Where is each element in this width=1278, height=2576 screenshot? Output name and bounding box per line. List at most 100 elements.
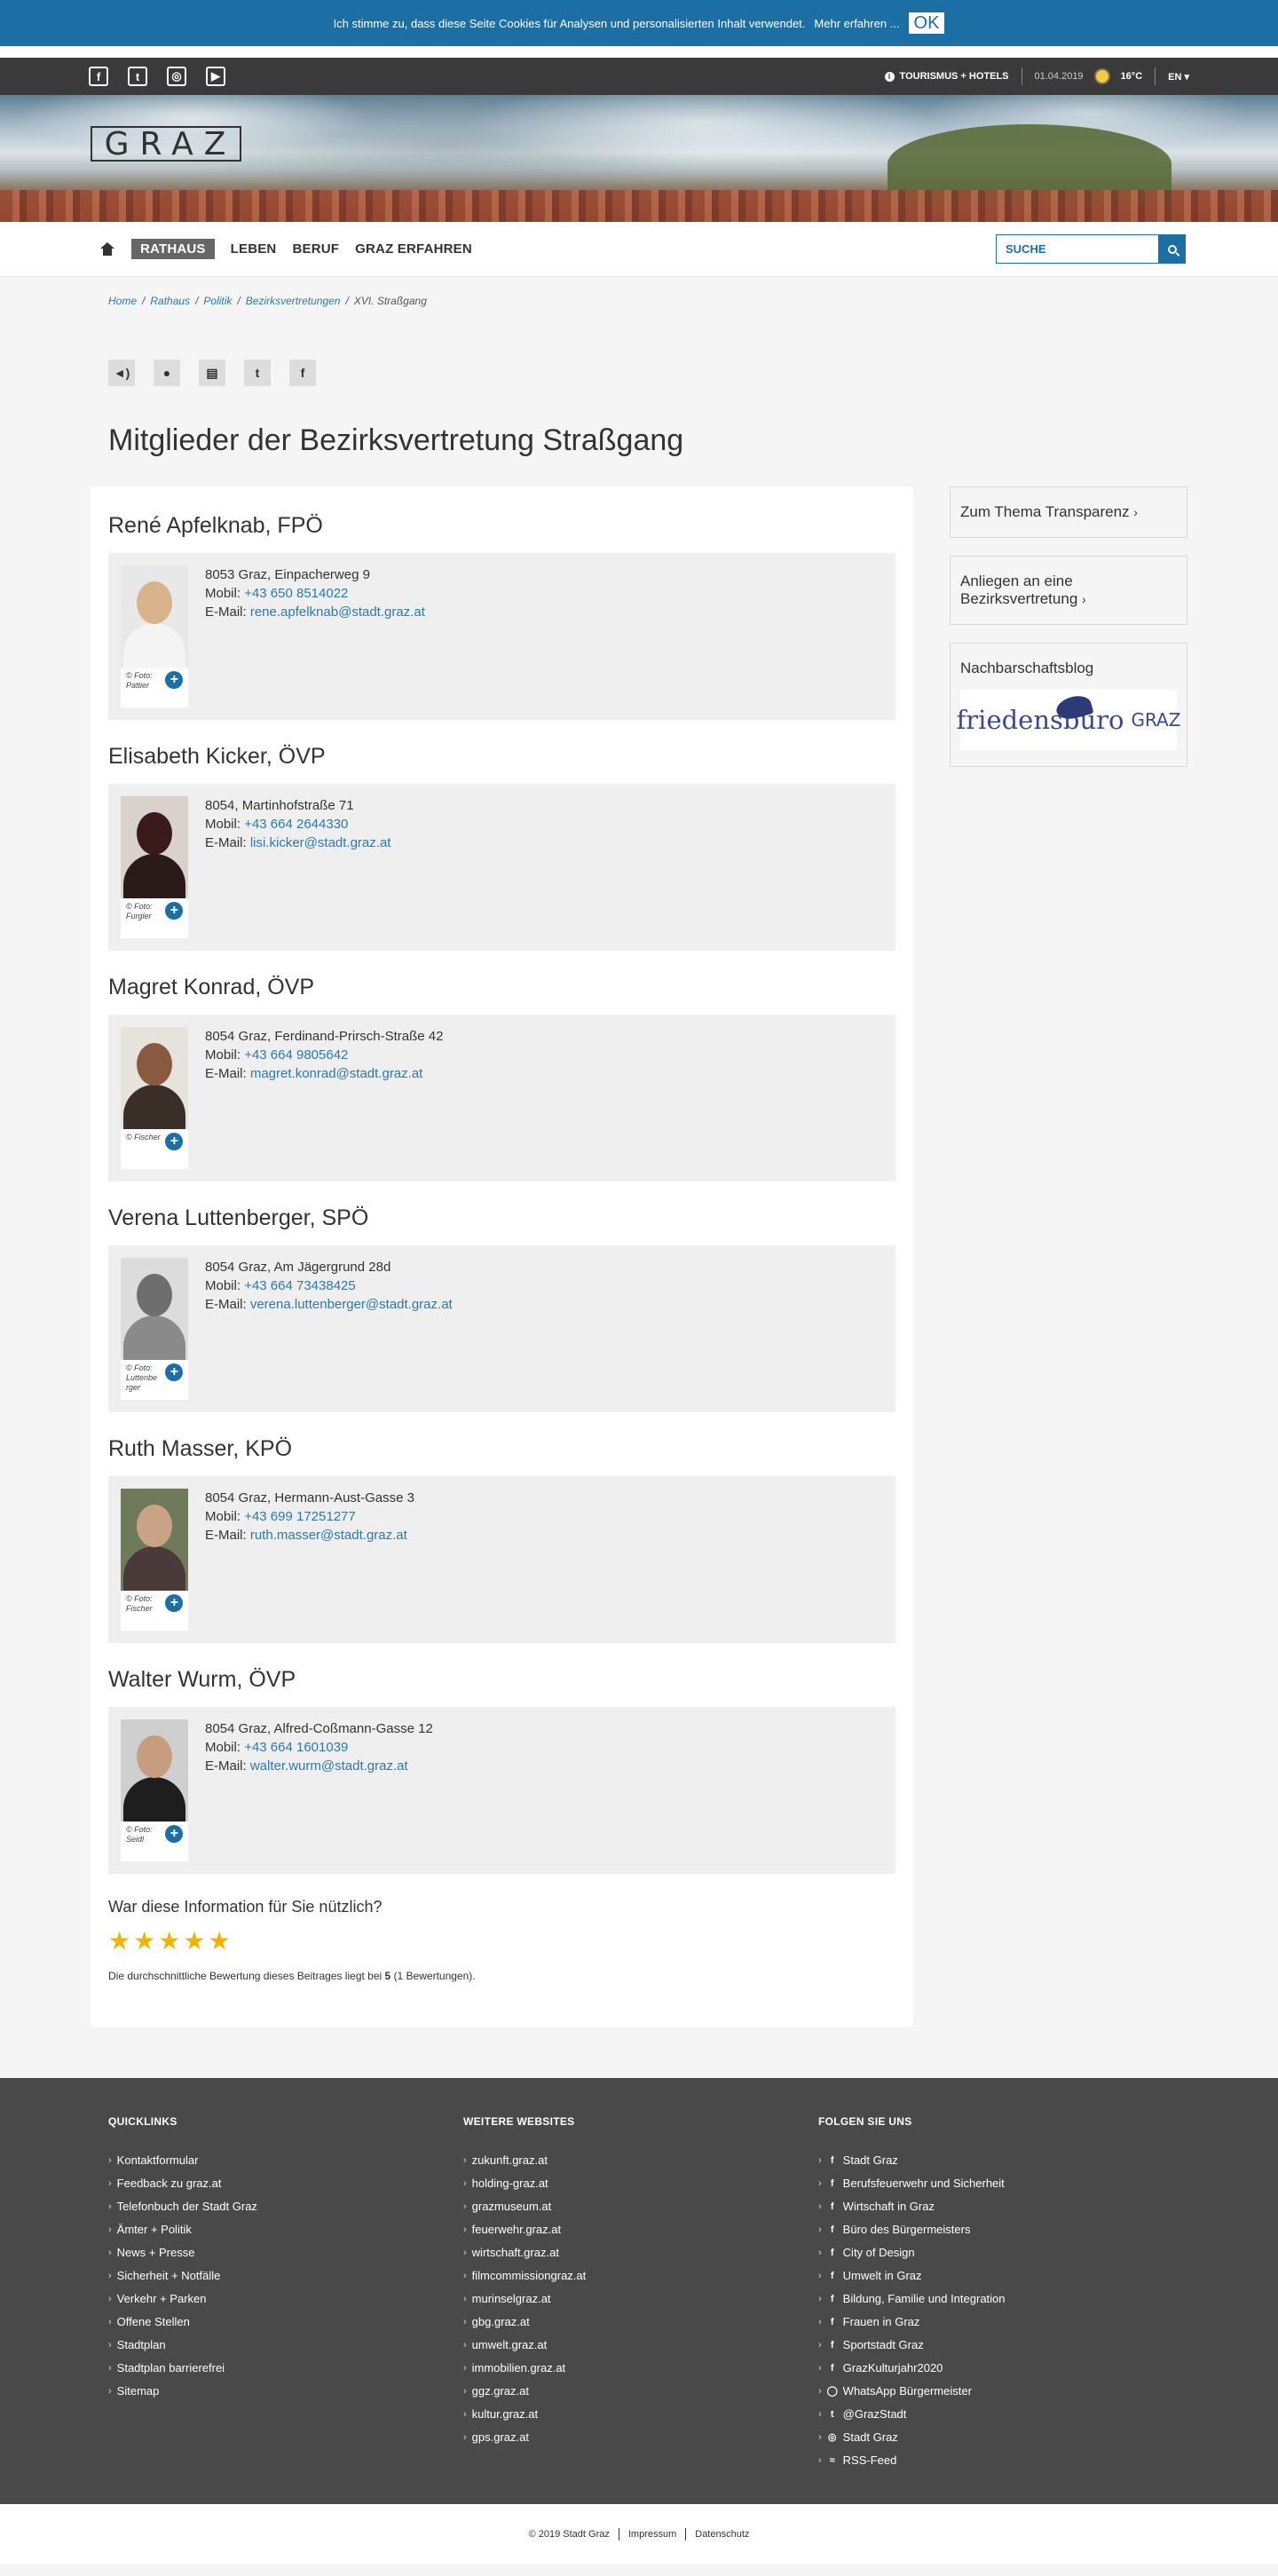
footer-link[interactable]: › murinselgraz.at [463,2288,818,2311]
footer-link[interactable]: › ◎ Stadt Graz [818,2426,1173,2449]
star-rating[interactable]: ★ ★ ★ ★ ★ [108,1929,895,1954]
footer-link[interactable]: › Kontaktformular [108,2149,463,2172]
photo-torso [123,623,185,668]
anliegen-link[interactable]: Anliegen an eine Bezirksvertretung › [950,556,1187,625]
print-icon[interactable]: ▤ [199,360,225,386]
home-icon[interactable] [99,241,115,257]
member-photo[interactable] [121,1489,188,1591]
footer-link[interactable]: › Offene Stellen [108,2311,463,2334]
breadcrumb-rathaus[interactable]: Rathaus [150,295,190,330]
footer-link[interactable]: › f Bildung, Familie und Integration [818,2288,1173,2311]
member-photo[interactable] [121,1027,188,1129]
member-phone-link[interactable]: +43 664 9805642 [244,1047,348,1063]
footer-link[interactable]: › Ämter + Politik [108,2218,463,2241]
breadcrumb-home[interactable]: Home [108,295,137,330]
footer-link[interactable]: › ≈ RSS-Feed [818,2449,1173,2472]
star-icon[interactable]: ★ [208,1929,230,1954]
footer-link[interactable]: › ggz.graz.at [463,2380,818,2403]
member-phone-link[interactable]: +43 664 1601039 [244,1740,348,1755]
breadcrumb-bezirksvertretungen[interactable]: Bezirksvertretungen [246,295,341,330]
member-phone-link[interactable]: +43 664 73438425 [244,1278,356,1293]
footer-link[interactable]: › f Frauen in Graz [818,2311,1173,2334]
footer-link[interactable]: › Stadtplan barrierefrei [108,2357,463,2380]
twitter-share-icon[interactable]: t [244,360,271,386]
member-email-link[interactable]: lisi.kicker@stadt.graz.at [250,835,391,850]
facebook-share-icon[interactable]: f [289,360,316,386]
footer-link[interactable]: › zukunft.graz.at [463,2149,818,2172]
footer-link[interactable]: › Stadtplan [108,2334,463,2357]
facebook-icon[interactable]: f [89,67,108,86]
nav-item-leben[interactable]: LEBEN [231,241,277,257]
member-email-link[interactable]: rene.apfelknab@stadt.graz.at [250,604,425,620]
footer-link[interactable]: › Telefonbuch der Stadt Graz [108,2195,463,2218]
footer-link[interactable]: › filmcommissiongraz.at [463,2264,818,2288]
footer-link[interactable]: › f Wirtschaft in Graz [818,2195,1173,2218]
datenschutz-link[interactable]: Datenschutz [695,2529,749,2540]
footer-link[interactable]: › Sitemap [108,2380,463,2403]
footer-link[interactable]: › grazmuseum.at [463,2195,818,2218]
footer-link[interactable]: › f City of Design [818,2241,1173,2264]
instagram-icon[interactable]: ◎ [167,67,186,86]
twitter-icon[interactable]: t [128,67,147,86]
member-email-link[interactable]: magret.konrad@stadt.graz.at [250,1066,423,1081]
expand-plus-icon[interactable]: + [165,1133,183,1150]
expand-plus-icon[interactable]: + [165,1825,183,1843]
cookie-more-link[interactable]: Mehr erfahren ... [814,17,899,30]
star-icon[interactable]: ★ [133,1929,155,1954]
member-email-link[interactable]: walter.wurm@stadt.graz.at [250,1758,408,1774]
footer-link[interactable]: › t @GrazStadt [818,2403,1173,2426]
transparenz-link[interactable]: Zum Thema Transparenz › [950,486,1187,538]
impressum-link[interactable]: Impressum [628,2529,676,2540]
footer-link[interactable]: › holding-graz.at [463,2172,818,2195]
footer-link[interactable]: › f Berufsfeuerwehr und Sicherheit [818,2172,1173,2195]
search-input[interactable] [996,234,1159,264]
footer-link[interactable]: › gbg.graz.at [463,2311,818,2334]
footer-link[interactable]: › f GrazKulturjahr2020 [818,2357,1173,2380]
nav-item-rathaus[interactable]: RATHAUS [131,239,215,259]
footer-link[interactable]: › f Büro des Bürgermeisters [818,2218,1173,2241]
footer-link[interactable]: › f Sportstadt Graz [818,2334,1173,2357]
footer-link[interactable]: › ◯ WhatsApp Bürgermeister [818,2380,1173,2403]
cookie-ok-button[interactable]: OK [908,12,945,34]
footer-link[interactable]: › f Umwelt in Graz [818,2264,1173,2288]
footer-link[interactable]: › wirtschaft.graz.at [463,2241,818,2264]
expand-plus-icon[interactable]: + [165,1594,183,1612]
member-phone-link[interactable]: +43 664 2644330 [244,817,348,832]
member-email-link[interactable]: ruth.masser@stadt.graz.at [250,1528,407,1543]
speaker-icon[interactable]: ◄) [108,360,135,386]
star-icon[interactable]: ★ [158,1929,180,1954]
graz-logo[interactable]: GRAZ [91,126,241,162]
star-icon[interactable]: ★ [108,1929,130,1954]
member-email-link[interactable]: verena.luttenberger@stadt.graz.at [250,1297,453,1312]
footer-link[interactable]: › f Stadt Graz [818,2149,1173,2172]
nav-item-graz-erfahren[interactable]: GRAZ ERFAHREN [355,241,472,257]
member-photo[interactable] [121,1258,188,1360]
footer-link[interactable]: › Sicherheit + Notfälle [108,2264,463,2288]
footer-link[interactable]: › feuerwehr.graz.at [463,2218,818,2241]
member-phone-link[interactable]: +43 650 8514022 [244,586,348,601]
member-phone-link[interactable]: +43 699 17251277 [244,1509,356,1524]
tourism-link[interactable]: i TOURISMUS + HOTELS [884,71,1009,82]
footer-link[interactable]: › News + Presse [108,2241,463,2264]
member-photo[interactable] [121,1719,188,1821]
breadcrumb-politik[interactable]: Politik [203,295,232,330]
footer-link[interactable]: › Feedback zu graz.at [108,2172,463,2195]
expand-plus-icon[interactable]: + [165,902,183,920]
comment-icon[interactable]: ● [154,360,180,386]
member-photo[interactable] [121,796,188,898]
expand-plus-icon[interactable]: + [165,671,183,689]
search-button[interactable] [1159,234,1186,264]
footer-link[interactable]: › immobilien.graz.at [463,2357,818,2380]
footer-link[interactable]: › gps.graz.at [463,2426,818,2449]
footer-link[interactable]: › Verkehr + Parken [108,2288,463,2311]
language-selector[interactable]: EN ▾ [1168,71,1189,83]
friedensbuero-logo[interactable]: friedensbüro GRAZ [957,690,1180,750]
expand-plus-icon[interactable]: + [165,1363,183,1381]
footer-link[interactable]: › umwelt.graz.at [463,2334,818,2357]
footer-link[interactable]: › kultur.graz.at [463,2403,818,2426]
nav-item-beruf[interactable]: BERUF [292,241,339,257]
member-photo[interactable] [121,565,188,668]
star-icon[interactable]: ★ [183,1929,205,1954]
chevron-right-icon: › [818,2363,822,2374]
youtube-icon[interactable]: ▶ [206,67,225,86]
